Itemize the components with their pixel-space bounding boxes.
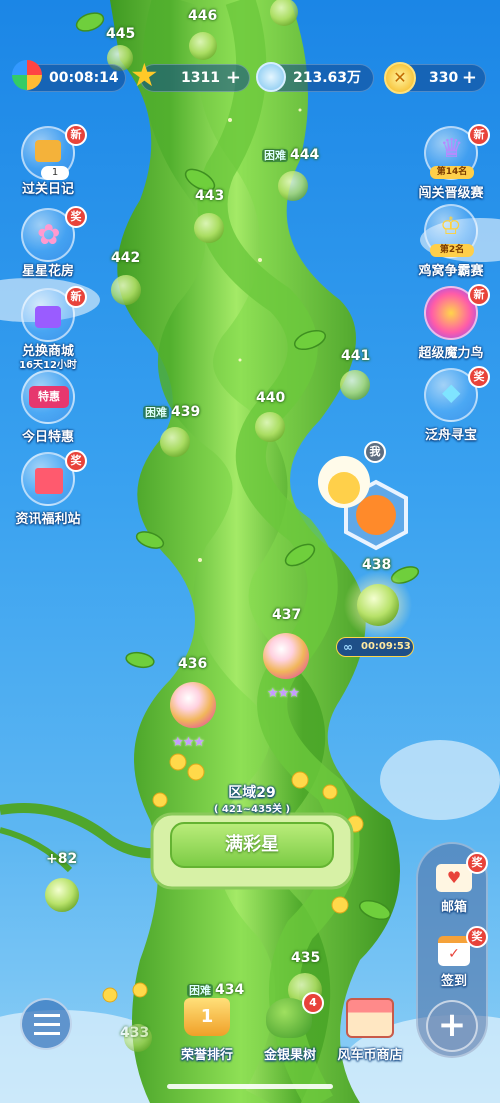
right-menu: ♛ 第14名 新 闯关晋级赛 ♔ 第2名 鸡窝争霸赛 新 超级魔力鸟 ◆ 奖 泛… [400,120,500,450]
menu-star-greenhouse[interactable]: ✿ 奖 星星花房 [13,206,87,279]
new-badge: 新 [65,124,87,146]
mailbox-button[interactable]: ♥ 奖 邮箱 [428,852,488,915]
level-439[interactable]: 困难 439 [143,404,200,420]
menu-super-magic-bird[interactable]: 新 超级魔力鸟 [414,284,490,361]
home-indicator [167,1084,333,1089]
region-range: ( 421~435关 ) [213,804,291,815]
coins-count: 213.63万 [293,70,362,86]
gold-coin-icon: ✕ [384,62,416,94]
menu-daily-deal[interactable]: 特惠 今日特惠 [13,370,83,445]
honor-ranking-label: 荣誉排行 [180,1048,233,1063]
level-433[interactable]: 433 [120,1025,149,1041]
expand-button[interactable]: + [426,1000,478,1052]
mail-label: 邮箱 [440,900,467,915]
infinity-icon: ∞ [343,640,353,654]
coin-icon [256,62,286,92]
windmill-shop-button[interactable]: 风车币商店 [330,994,410,1066]
right-dock: ♥ 奖 邮箱 ✓ 奖 签到 + [416,842,488,1058]
level-436[interactable]: 436 [178,656,207,672]
signin-button[interactable]: ✓ 奖 签到 [428,926,488,989]
menu-label: 鸡窝争霸赛 [418,264,484,279]
crown-icon: 1 [184,998,230,1036]
player-timer[interactable]: ∞ 00:09:53 [336,637,414,657]
rank-tag: 第2名 [430,244,474,257]
menu-label: 超级魔力鸟 [418,346,484,361]
reward-badge: 奖 [466,926,488,948]
add-stars-button[interactable]: + [226,65,241,91]
heart-book-icon [35,140,61,162]
gold-count: 330 [429,70,459,86]
crystal-gem-icon: ◆ [442,378,461,406]
level-446[interactable]: 446 [188,8,217,24]
menu-level-tournament[interactable]: ♛ 第14名 新 闯关晋级赛 [414,124,490,201]
reward-badge: 奖 [65,450,87,472]
menu-news-welfare[interactable]: 奖 资讯福利站 [13,450,87,527]
menu-label: 星星花房 [21,264,74,279]
menu-label: 闯关晋级赛 [418,186,484,201]
level-442[interactable]: 442 [111,250,140,266]
hard-tag: 困难 [262,149,288,162]
gift-box-icon [35,468,63,494]
level-436-stars: ★★★ [172,735,205,750]
hard-tag: 困难 [143,406,169,419]
level-435[interactable]: 435 [291,950,320,966]
menu-button[interactable] [20,998,72,1050]
menu-boat-treasure[interactable]: ◆ 奖 泛舟寻宝 [414,366,490,443]
lightning-icon [12,60,42,90]
menu-nest-contest[interactable]: ♔ 第2名 鸡窝争霸赛 [414,204,490,279]
bag-icon [35,306,61,328]
tree-count-badge: 4 [302,992,324,1014]
menu-exchange-mall[interactable]: 新 兑换商城 16天12小时 [13,286,87,371]
full-stars-button[interactable]: 满彩星 [170,822,334,868]
menu-pass-diary[interactable]: 1 新 过关日记 [13,124,87,197]
stars-count: 1311 [181,70,220,86]
left-menu: 1 新 过关日记 ✿ 奖 星星花房 新 兑换商城 16天12小时 特惠 今日特惠… [0,120,100,530]
timer-text: 00:08:14 [49,70,119,86]
menu-label: 资讯福利站 [15,512,81,527]
menu-label: 泛舟寻宝 [424,428,477,443]
menu-label: 今日特惠 [21,430,74,445]
new-badge: 新 [468,124,490,146]
region-title: 区域29 [228,785,276,801]
add-gold-button[interactable]: + [462,65,477,91]
level-443[interactable]: 443 [195,188,224,204]
level-437[interactable]: 437 [272,607,301,623]
flower-star-icon: ✿ [37,218,61,251]
top-bar: 00:08:14 1311 + ★ 213.63万 330 + ✕ [0,56,500,96]
level-445[interactable]: 445 [106,26,135,42]
level-438[interactable]: 438 [362,557,391,573]
level-437-stars: ★★★ [267,686,300,701]
new-badge: 新 [65,286,87,308]
level-444[interactable]: 困难 444 [262,147,319,163]
reward-badge: 奖 [65,206,87,228]
me-marker: 我 [364,441,386,463]
crown-chick-icon: ♔ [440,212,462,240]
menu-label: 过关日记 [21,182,74,197]
honor-ranking-button[interactable]: 1 荣誉排行 [172,994,242,1066]
list-icon [34,1014,60,1036]
bonus-reward[interactable]: +82 [46,851,77,867]
tree-label: 金银果树 [263,1048,316,1063]
reward-badge: 奖 [468,366,490,388]
countdown-text: 16天12小时 [19,360,77,371]
shop-stall-icon [346,998,394,1038]
region-card: 区域29 ( 421~435关 ) 满彩星 [152,782,352,892]
level-440[interactable]: 440 [256,390,285,406]
new-badge: 新 [468,284,490,306]
calendar-icon: ✓ [438,936,470,966]
gold-silver-tree-button[interactable]: 4 金银果树 [252,992,328,1066]
rank-tag: 第14名 [430,166,474,179]
shop-label: 风车币商店 [337,1048,403,1063]
reward-badge: 奖 [466,852,488,874]
crown-shield-icon: ♛ [440,134,464,164]
deal-tag: 特惠 [29,386,69,408]
signin-label: 签到 [440,974,467,989]
level-441[interactable]: 441 [341,348,370,364]
star-icon: ★ [130,56,159,94]
